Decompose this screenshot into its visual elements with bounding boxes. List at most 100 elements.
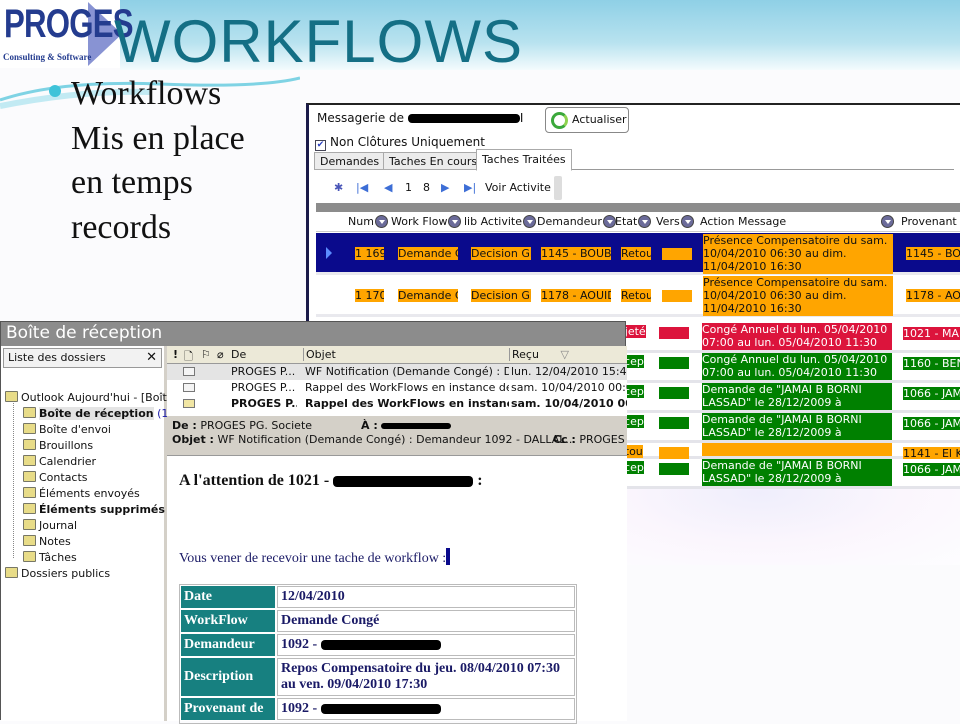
first-page-icon[interactable]: |◀ xyxy=(356,181,368,194)
message-from: PROGES P... xyxy=(231,381,296,394)
column-dropdown-icon xyxy=(374,215,388,228)
prev-page-icon[interactable]: ◀ xyxy=(384,181,392,194)
read-envelope-icon xyxy=(183,367,195,376)
pager-toolbar: ✱ |◀ ◀ 1 8 ▶ ▶| Voir Activite xyxy=(314,173,954,203)
detail-value: Repos Compensatoire du jeu. 08/04/2010 0… xyxy=(277,658,575,696)
table-row[interactable]: 1 169 Demande Co Decision GR 1145 - BOUBA Re… xyxy=(316,233,960,275)
detail-value: Demande Congé xyxy=(277,610,575,632)
detail-row: WorkFlow Demande Congé xyxy=(181,610,575,632)
proges-logo: PROGES Consulting & Software xyxy=(0,0,134,68)
subject-column[interactable]: Objet xyxy=(303,348,336,361)
cell-num: 1 169 xyxy=(355,247,384,260)
col-activite[interactable]: lib Activite xyxy=(464,215,536,228)
folder-item[interactable]: Boîte de réception (17 xyxy=(23,407,175,420)
column-dropdown-icon xyxy=(638,215,652,228)
task-details-table: Date 12/04/2010 WorkFlow Demande Congé Deman… xyxy=(179,584,577,724)
unread-envelope-icon xyxy=(183,399,195,408)
folder-pane: Liste des dossiers ✕ Outlook Aujourd'hui… xyxy=(1,346,191,721)
detail-label: Demandeur xyxy=(181,634,275,656)
message-row[interactable]: PROGES P... WF Notification (Demande Cong… xyxy=(167,364,627,380)
view-activity-button[interactable]: Voir Activite xyxy=(485,181,551,194)
message-row[interactable]: PROGES P... Rappel des WorkFlows en insta… xyxy=(167,380,627,396)
preview-header: De : PROGES PG. Societe À : Objet : WF N… xyxy=(167,416,627,456)
redacted-username xyxy=(407,114,520,123)
cell-etat: Retou xyxy=(621,289,651,302)
redacted-name xyxy=(320,639,441,650)
folder-item[interactable]: Éléments envoyés xyxy=(23,487,140,500)
close-icon[interactable]: ✕ xyxy=(146,349,157,367)
importance-column[interactable]: ! xyxy=(173,348,178,361)
detail-value: 12/04/2010 xyxy=(277,586,575,608)
intro-text: Vous vener de recevoir une tache de work… xyxy=(179,548,451,567)
outlook-title: Boîte de réception xyxy=(1,322,625,346)
tab-demandes[interactable]: Demandes xyxy=(314,152,386,170)
col-provenant[interactable]: Provenant D xyxy=(901,215,960,228)
column-dropdown-icon[interactable] xyxy=(880,215,894,228)
col-num[interactable]: Num xyxy=(348,215,388,228)
grid-header: Num Work Flow lib Activite Demandeur Eta… xyxy=(316,212,960,232)
cell-action-message: Présence Compensatoire du sam. 10/04/201… xyxy=(703,234,893,274)
folder-label: Contacts xyxy=(39,471,88,484)
folder-item[interactable]: Éléments supprimés (: xyxy=(23,503,176,516)
col-action-message[interactable]: Action Message xyxy=(700,215,786,228)
folder-item[interactable]: Notes xyxy=(23,535,71,548)
attachment-icon[interactable]: ⌀ xyxy=(217,348,224,361)
folder-icon xyxy=(23,439,36,450)
toolbar-overflow-handle[interactable] xyxy=(554,176,562,200)
from-column[interactable]: De xyxy=(231,348,246,361)
col-workflow[interactable]: Work Flow xyxy=(391,215,462,228)
col-vers[interactable]: Vers xyxy=(656,215,694,228)
folder-item[interactable]: Dossiers publics xyxy=(5,567,110,580)
folder-item[interactable]: Tâches xyxy=(23,551,77,564)
bullet-line: Mis en place xyxy=(71,119,245,157)
message-row[interactable]: PROGES P... Rappel des WorkFlows en insta… xyxy=(167,396,627,412)
tree-connector xyxy=(13,403,14,558)
folder-item[interactable]: Journal xyxy=(23,519,77,532)
cell-action-message: Congé Annuel du lun. 05/04/2010 07:00 au… xyxy=(702,323,892,350)
from-label: De : xyxy=(172,419,197,432)
table-row[interactable]: 1 170 Demande Co Decision GR 1178 - AOUID Re… xyxy=(316,275,960,317)
folder-item[interactable]: Calendrier xyxy=(23,455,96,468)
message-from: PROGES P... xyxy=(231,365,296,378)
detail-value: 1092 - xyxy=(277,634,575,656)
cell-provenant: 1145 - BOU xyxy=(906,247,960,260)
folder-label: Notes xyxy=(39,535,71,548)
refresh-button[interactable]: Actualiser xyxy=(545,107,629,133)
folder-item[interactable]: Outlook Aujourd'hui - [Boîte au xyxy=(5,391,191,404)
sort-desc-icon: ▽ xyxy=(560,348,569,361)
folder-icon xyxy=(23,535,36,546)
column-dropdown-icon xyxy=(602,215,616,228)
cell-activite: Decision GR xyxy=(471,247,531,260)
tab-taches-en-cours[interactable]: Taches En cours xyxy=(383,152,484,170)
cell-activite: Decision GR xyxy=(471,289,531,302)
folder-label: Outlook Aujourd'hui - [Boîte au xyxy=(21,391,191,404)
non-closed-filter[interactable]: ✔ Non Clôtures Uniquement xyxy=(315,135,485,151)
title-suffix: I xyxy=(519,111,524,125)
redacted-name xyxy=(320,703,441,714)
folder-item[interactable]: Contacts xyxy=(23,471,88,484)
message-received: sam. 10/04/2010 00:02 xyxy=(511,381,627,394)
next-page-icon[interactable]: ▶ xyxy=(441,181,449,194)
cell-provenant: 1066 - JAMA xyxy=(903,463,960,476)
cell-workflow: Demande Co xyxy=(398,247,458,260)
folder-item[interactable]: Brouillons xyxy=(23,439,93,452)
folder-pane-header: Liste des dossiers ✕ xyxy=(3,348,162,368)
cell-action-message: Congé Annuel du lun. 05/04/2010 07:00 au… xyxy=(702,353,892,380)
received-column[interactable]: Reçu ▽ xyxy=(509,348,569,361)
folder-item[interactable]: Boîte d'envoi xyxy=(23,423,111,436)
preview-body: A l'attention de 1021 - : Vous vener de … xyxy=(167,456,627,724)
col-demandeur[interactable]: Demandeur xyxy=(537,215,616,228)
message-list-header: ! 🗋 ⚐ ⌀ De Objet Reçu ▽ xyxy=(167,346,627,364)
detail-row: Provenant de 1092 - xyxy=(181,698,575,720)
workflow-title: Messagerie de I xyxy=(317,111,523,125)
settings-gear-icon[interactable]: ✱ xyxy=(334,181,343,194)
tab-taches-traitees[interactable]: Taches Traitées xyxy=(476,149,572,171)
last-page-icon[interactable]: ▶| xyxy=(464,181,476,194)
from-value: PROGES PG. Societe xyxy=(200,419,313,432)
flag-icon[interactable]: ⚐ xyxy=(201,348,211,361)
folder-icon xyxy=(23,423,36,434)
cell-etat: Retou xyxy=(621,247,651,260)
slide-title: WORKFLOWS xyxy=(114,8,523,75)
bullet-line: en temps xyxy=(71,164,193,201)
col-etat[interactable]: Etat xyxy=(615,215,652,228)
